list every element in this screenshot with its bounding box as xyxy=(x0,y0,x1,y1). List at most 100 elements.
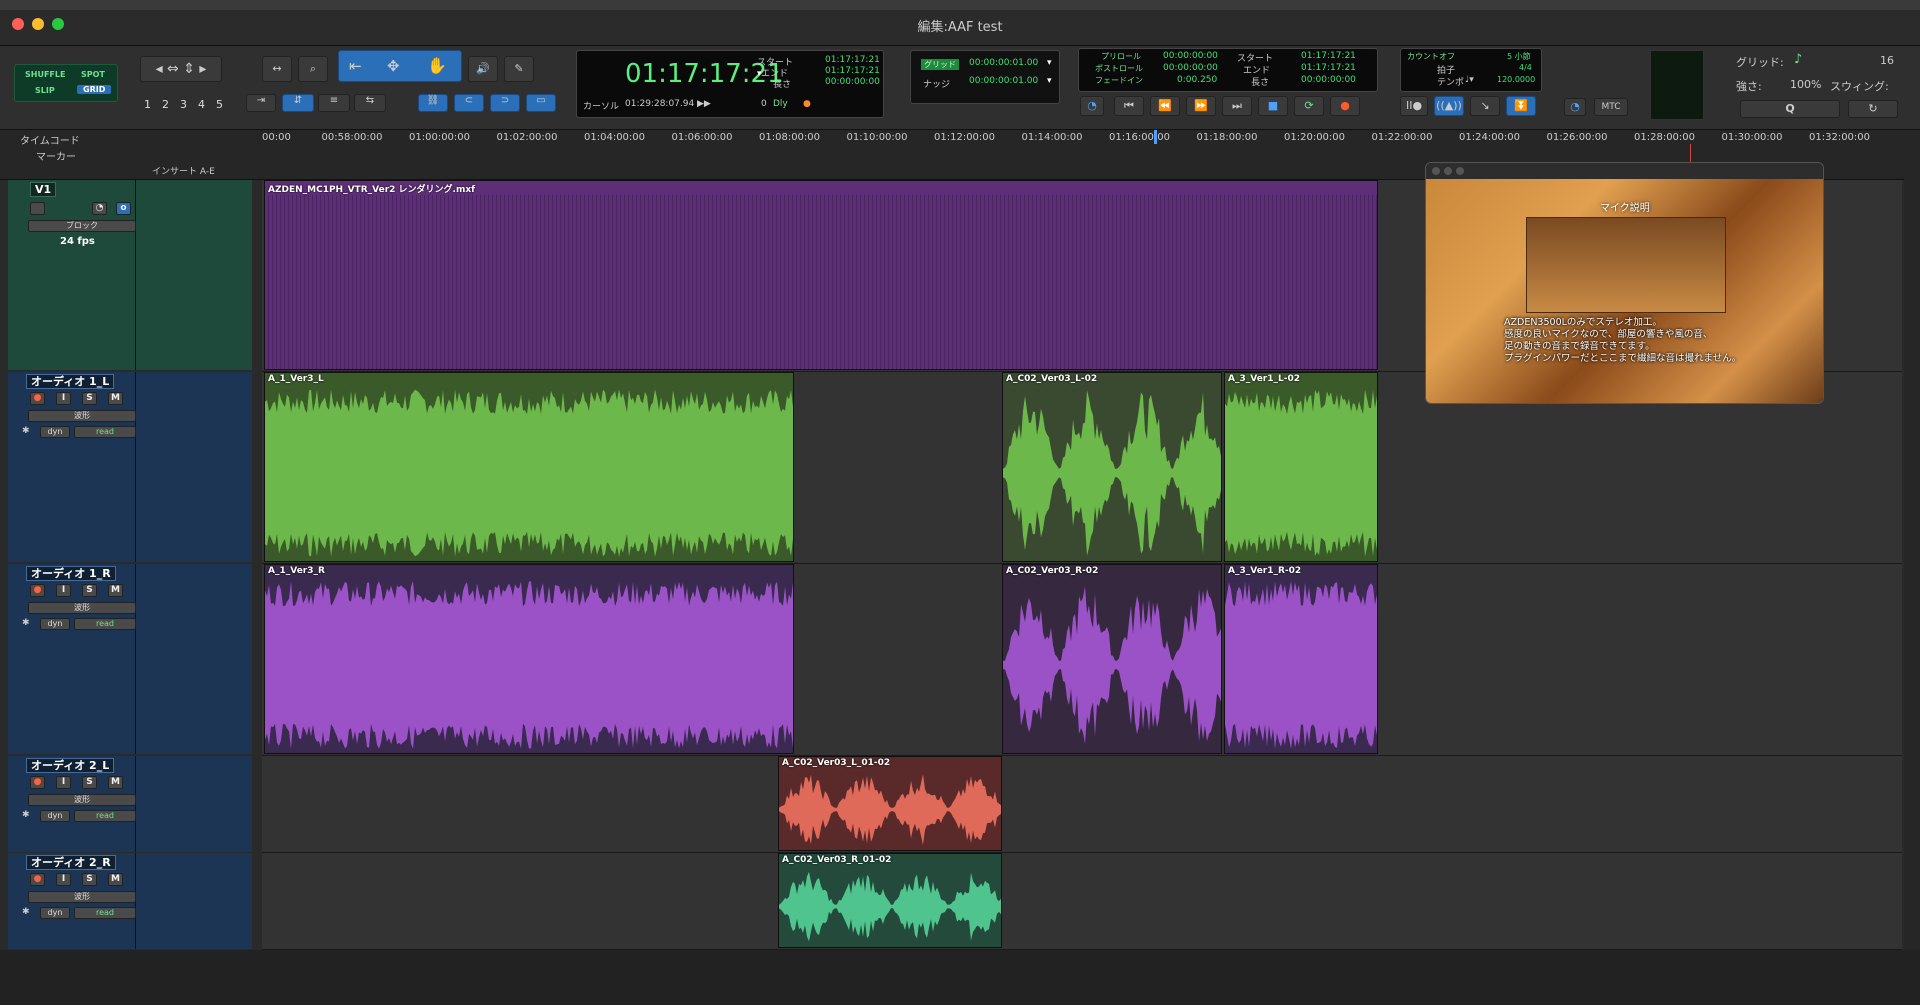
audio-clip[interactable]: A_1_Ver3_R xyxy=(264,564,794,754)
midi-merge-button[interactable]: ↘ xyxy=(1470,96,1500,116)
audio-clip[interactable]: A_C02_Ver03_R-02 xyxy=(1002,564,1222,754)
smart-tool-group[interactable]: ⇤ ✥ ✋ xyxy=(338,50,462,82)
input-monitor-button[interactable]: I xyxy=(56,392,71,405)
input-monitor-button[interactable]: I xyxy=(56,776,71,789)
record-dot-icon[interactable]: ● xyxy=(803,99,811,109)
zoom-preset-1[interactable]: 1 xyxy=(144,98,151,111)
track-name[interactable]: オーディオ 2_R xyxy=(26,855,116,870)
mtc-button[interactable]: MTC xyxy=(1594,98,1628,116)
record-arm-button[interactable]: ● xyxy=(30,584,45,597)
preroll-label[interactable]: プリロール xyxy=(1101,51,1141,62)
mute-button[interactable]: M xyxy=(108,873,123,886)
video-online-toggle[interactable]: o xyxy=(116,202,131,215)
track-view-dropdown[interactable]: 波形 xyxy=(28,602,136,614)
timecode-ruler[interactable]: 00:00 00:58:00:00 01:00:00:00 01:02:00:00 01… xyxy=(262,130,1902,146)
grid-label[interactable]: グリッド xyxy=(921,59,959,70)
automation-mode[interactable]: read xyxy=(74,810,136,822)
solo-button[interactable]: S xyxy=(82,584,97,597)
video-window-titlebar[interactable] xyxy=(1426,163,1823,179)
conductor-button[interactable]: ⏬ xyxy=(1506,96,1536,116)
pencil-tool-button[interactable]: ✎ xyxy=(504,56,534,82)
tr-length-value[interactable]: 00:00:00:00 xyxy=(1301,75,1356,85)
record-button[interactable]: ● xyxy=(1330,96,1360,116)
preroll-value[interactable]: 00:00:00:00 xyxy=(1163,51,1218,61)
return-to-zero-button[interactable]: ⏮ xyxy=(1114,96,1144,116)
main-counter[interactable]: 01:17:17:21 ▾ スタート エンド 長さ 01:17:17:21 01… xyxy=(576,50,884,118)
record-arm-button[interactable]: ● xyxy=(30,392,45,405)
edit-window-button[interactable]: ▭ xyxy=(526,94,556,112)
zoom-preset-4[interactable]: 4 xyxy=(198,98,205,111)
sel-end-value[interactable]: 01:17:17:21 xyxy=(825,66,880,76)
quantize-button[interactable]: Q xyxy=(1740,100,1840,118)
grid-dropdown-icon[interactable]: ▾ xyxy=(1047,58,1052,68)
grid-mode-button[interactable]: GRID xyxy=(77,85,112,94)
mute-button[interactable]: M xyxy=(108,392,123,405)
grid-note-icon[interactable]: ♪ xyxy=(1794,52,1802,67)
dyn-dropdown[interactable]: dyn xyxy=(40,426,70,438)
trim-tool-icon[interactable]: ⇤ xyxy=(349,57,362,75)
video-zoom-button[interactable] xyxy=(1456,167,1464,175)
fadein-value[interactable]: 0:00.250 xyxy=(1177,75,1217,85)
dyn-dropdown[interactable]: dyn xyxy=(40,907,70,919)
input-monitor-button[interactable]: I xyxy=(56,873,71,886)
input-monitor-button[interactable]: I xyxy=(56,584,71,597)
track-lane-a1r[interactable]: A_1_Ver3_R A_C02_Ver03_R-02 A_3_Ver1_R-0… xyxy=(262,564,1902,756)
audio-clip[interactable]: A_C02_Ver03_L_01-02 xyxy=(778,756,1002,851)
audio-clip[interactable]: A_C02_Ver03_L-02 xyxy=(1002,372,1222,562)
strength-value[interactable]: 100% xyxy=(1790,78,1821,91)
keyboard-focus-button[interactable]: ⊂ xyxy=(454,94,484,112)
tr-start-value[interactable]: 01:17:17:21 xyxy=(1301,51,1356,61)
commands-focus-button[interactable]: ⊃ xyxy=(490,94,520,112)
scrubber-tool-button[interactable]: 🔊 xyxy=(468,56,498,82)
track-view-dropdown[interactable]: 波形 xyxy=(28,410,136,422)
zoom-preset-2[interactable]: 2 xyxy=(162,98,169,111)
video-clip[interactable]: AZDEN_MC1PH_VTR_Ver2 レンダリング.mxf xyxy=(264,180,1378,370)
grid-value[interactable]: 00:00:00:01.00 xyxy=(969,58,1038,68)
go-to-end-button[interactable]: ⏭ xyxy=(1222,96,1252,116)
track-lane-a2r[interactable]: A_C02_Ver03_R_01-02 xyxy=(262,853,1902,950)
track-name[interactable]: オーディオ 1_R xyxy=(26,566,116,581)
track-header-a1l[interactable]: オーディオ 1_L ● I S M 波形 ✱ dyn read xyxy=(8,372,136,562)
mute-button[interactable]: M xyxy=(108,776,123,789)
solo-button[interactable]: S xyxy=(82,392,97,405)
zoomer-tool-button[interactable]: ↔ xyxy=(262,56,292,82)
track-name[interactable]: オーディオ 1_L xyxy=(26,374,115,389)
audio-clip[interactable]: A_3_Ver1_L-02 xyxy=(1224,372,1378,562)
record-arm-button[interactable]: ● xyxy=(30,776,45,789)
postroll-label[interactable]: ポストロール xyxy=(1095,63,1143,74)
record-arm-button[interactable]: ● xyxy=(30,873,45,886)
meter-value[interactable]: 4/4 xyxy=(1519,63,1532,72)
mirror-midi-button[interactable]: ≡ xyxy=(318,94,350,112)
video-record-button[interactable]: ◔ xyxy=(92,202,107,215)
shuffle-mode-button[interactable]: SHUFFLE xyxy=(25,70,65,79)
track-header-v1[interactable]: V1 ◔ o ブロック 24 fps xyxy=(8,180,136,370)
dyn-dropdown[interactable]: dyn xyxy=(40,810,70,822)
audio-clip[interactable]: A_C02_Ver03_R_01-02 xyxy=(778,853,1002,948)
refresh-icon[interactable]: ↻ xyxy=(1848,100,1898,118)
track-view-dropdown[interactable]: 波形 xyxy=(28,794,136,806)
solo-button[interactable]: S xyxy=(82,776,97,789)
fadein-label[interactable]: フェードイン xyxy=(1095,75,1143,86)
mute-button[interactable]: M xyxy=(108,584,123,597)
track-header-a2l[interactable]: オーディオ 2_L ● I S M 波形 ✱ dyn read xyxy=(8,756,136,852)
video-close-button[interactable] xyxy=(1432,167,1440,175)
nudge-dropdown-icon[interactable]: ▾ xyxy=(1047,76,1052,86)
grabber-hand-icon[interactable]: ✋ xyxy=(427,56,447,75)
zoom-preset-3[interactable]: 3 xyxy=(180,98,187,111)
stop-button[interactable]: ■ xyxy=(1258,96,1288,116)
nudge-value[interactable]: 00:00:00:01.00 xyxy=(969,76,1038,86)
insertion-follows-button[interactable]: ⇆ xyxy=(354,94,386,112)
online-icon[interactable]: ◔ xyxy=(1080,96,1104,116)
fast-forward-button[interactable]: ⏩ xyxy=(1186,96,1216,116)
insert-view-label[interactable]: インサート A-E xyxy=(152,164,215,177)
track-lane-a2l[interactable]: A_C02_Ver03_L_01-02 xyxy=(262,756,1902,853)
postroll-value[interactable]: 00:00:00:00 xyxy=(1163,63,1218,73)
solo-button[interactable]: S xyxy=(82,873,97,886)
video-minimize-button[interactable] xyxy=(1444,167,1452,175)
link-button[interactable]: ⇥ xyxy=(246,94,276,112)
automation-mode[interactable]: read xyxy=(74,618,136,630)
video-online-button[interactable] xyxy=(30,202,45,215)
sync-icon[interactable]: ◔ xyxy=(1564,98,1586,116)
selector-tool-icon[interactable]: ✥ xyxy=(387,57,400,75)
tempo-value[interactable]: 120.0000 xyxy=(1497,75,1535,84)
